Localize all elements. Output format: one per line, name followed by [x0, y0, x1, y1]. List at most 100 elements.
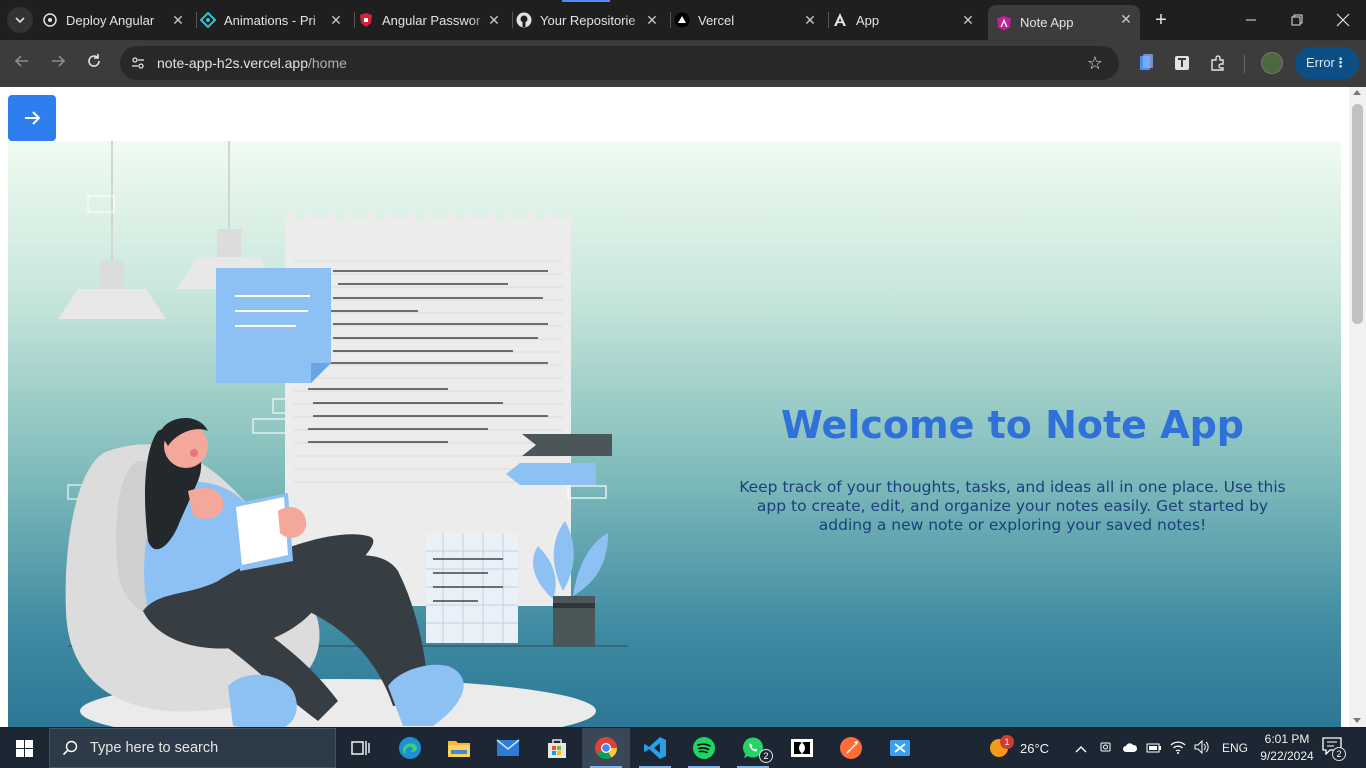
- tab-separator: [670, 12, 671, 28]
- tab-title: Vercel: [698, 12, 735, 28]
- arrow-right-icon: [52, 55, 66, 67]
- arrow-left-icon: [14, 55, 28, 67]
- dolby-icon: [791, 739, 813, 757]
- postman-icon: [840, 737, 862, 759]
- note-taking-illustration: [58, 141, 628, 727]
- taskbar-edge[interactable]: [386, 728, 434, 768]
- address-bar[interactable]: note-app-h2s.vercel.app/home ☆: [120, 46, 1119, 80]
- toolbar-divider: [1244, 55, 1245, 73]
- tab-search-button[interactable]: [7, 7, 33, 33]
- tab-app[interactable]: App ✕: [832, 6, 982, 34]
- taskbar-file-explorer[interactable]: [435, 728, 483, 768]
- close-window-button[interactable]: [1320, 0, 1366, 40]
- chrome-icon: [595, 737, 617, 759]
- windows-taskbar: Type here to search 2 1 26°C ENG 6:01 PM…: [0, 728, 1366, 768]
- sidebar-toggle-button[interactable]: [8, 95, 56, 141]
- tab-your-repositories[interactable]: Your Repositorie ✕: [516, 6, 666, 34]
- tab-separator: [196, 12, 197, 28]
- extensions-puzzle-icon[interactable]: [1208, 53, 1228, 73]
- notification-center-button[interactable]: 2: [1322, 737, 1346, 761]
- tab-separator: [512, 12, 513, 28]
- close-icon[interactable]: ✕: [960, 12, 976, 28]
- close-icon[interactable]: ✕: [486, 12, 502, 28]
- taskbar-mail[interactable]: [484, 728, 532, 768]
- vercel-icon: [674, 12, 690, 28]
- extension-text-icon[interactable]: [1172, 53, 1192, 73]
- mail-icon: [496, 739, 520, 756]
- meet-now-icon[interactable]: [1094, 740, 1118, 757]
- github-icon: [516, 12, 532, 28]
- tab-angular-password[interactable]: Angular Passwor ✕: [358, 6, 508, 34]
- close-icon[interactable]: ✕: [328, 12, 344, 28]
- close-icon[interactable]: ✕: [802, 12, 818, 28]
- page-scrollbar[interactable]: [1349, 87, 1366, 727]
- vscode-icon: [644, 737, 666, 759]
- profile-avatar[interactable]: [1261, 52, 1283, 74]
- bookmark-star-icon[interactable]: ☆: [1085, 53, 1105, 73]
- tab-title: Your Repositorie: [540, 12, 636, 28]
- arrow-right-icon: [25, 111, 41, 125]
- welcome-heading: Welcome to Note App: [781, 403, 1244, 447]
- chevron-down-icon: [15, 17, 25, 24]
- store-icon: [548, 739, 566, 758]
- language-indicator[interactable]: ENG: [1222, 741, 1248, 755]
- restore-button[interactable]: [1274, 0, 1320, 40]
- close-icon: [1336, 13, 1350, 27]
- tab-loading-indicator: [562, 0, 610, 2]
- task-view-button[interactable]: [337, 728, 385, 768]
- error-label: Error: [1306, 55, 1335, 70]
- tab-animations[interactable]: Animations - Pri ✕: [200, 6, 350, 34]
- site-settings-icon[interactable]: [130, 55, 146, 71]
- volume-icon[interactable]: [1190, 739, 1214, 757]
- scroll-thumb[interactable]: [1352, 104, 1363, 324]
- weather-widget[interactable]: 1 26°C: [988, 728, 1049, 768]
- hero-section: Welcome to Note App Keep track of your t…: [8, 141, 1341, 727]
- openai-icon: [42, 12, 58, 28]
- reload-icon: [88, 54, 100, 67]
- close-icon[interactable]: ✕: [644, 12, 660, 28]
- profile-error-button[interactable]: Error ⋮: [1295, 47, 1359, 79]
- primeng-icon: [200, 12, 216, 28]
- taskbar-spotify[interactable]: [680, 728, 728, 768]
- clock-date: 9/22/2024: [1260, 749, 1314, 763]
- reload-button[interactable]: [82, 51, 106, 75]
- browser-toolbar: note-app-h2s.vercel.app/home ☆ Error ⋮: [0, 40, 1366, 87]
- onedrive-cloud-icon[interactable]: [1118, 741, 1142, 756]
- weather-alert-badge: 1: [1000, 735, 1014, 749]
- menu-dots-icon: ⋮: [1334, 55, 1347, 70]
- start-button[interactable]: [0, 728, 48, 768]
- spotify-icon: [693, 737, 715, 759]
- taskbar-chrome[interactable]: [582, 728, 630, 768]
- taskbar-search-box[interactable]: Type here to search: [49, 728, 336, 768]
- taskbar-whatsapp[interactable]: 2: [729, 728, 777, 768]
- taskbar-vscode[interactable]: [631, 728, 679, 768]
- url-text: note-app-h2s.vercel.app/home: [157, 55, 347, 71]
- minimize-icon: [1246, 19, 1256, 21]
- tab-note-app[interactable]: Note App ✕: [988, 5, 1140, 40]
- back-button[interactable]: [10, 51, 34, 75]
- whatsapp-badge: 2: [759, 749, 773, 763]
- clock-time: 6:01 PM: [1264, 732, 1310, 746]
- tab-vercel[interactable]: Vercel ✕: [674, 6, 824, 34]
- taskbar-snip[interactable]: [876, 728, 924, 768]
- welcome-description: Keep track of your thoughts, tasks, and …: [739, 478, 1286, 534]
- taskbar-dolby[interactable]: [778, 728, 826, 768]
- new-tab-button[interactable]: +: [1150, 9, 1172, 31]
- scroll-down-arrow-icon[interactable]: [1353, 718, 1361, 723]
- angular-icon: [832, 12, 848, 28]
- chevron-up-icon[interactable]: [1072, 741, 1090, 756]
- page-viewport: Welcome to Note App Keep track of your t…: [0, 87, 1366, 727]
- battery-icon[interactable]: [1142, 741, 1166, 756]
- tab-deploy-angular[interactable]: Deploy Angular ✕: [42, 6, 192, 34]
- restore-icon: [1291, 14, 1303, 26]
- taskbar-store[interactable]: [533, 728, 581, 768]
- wifi-icon[interactable]: [1166, 740, 1190, 757]
- close-icon[interactable]: ✕: [170, 12, 186, 28]
- forward-button[interactable]: [46, 51, 70, 75]
- scroll-up-arrow-icon[interactable]: [1353, 90, 1361, 95]
- extension-docs-icon[interactable]: [1136, 53, 1156, 73]
- taskbar-clock[interactable]: 6:01 PM 9/22/2024: [1254, 731, 1320, 765]
- minimize-button[interactable]: [1228, 0, 1274, 40]
- taskbar-postman[interactable]: [827, 728, 875, 768]
- close-icon[interactable]: ✕: [1118, 11, 1134, 27]
